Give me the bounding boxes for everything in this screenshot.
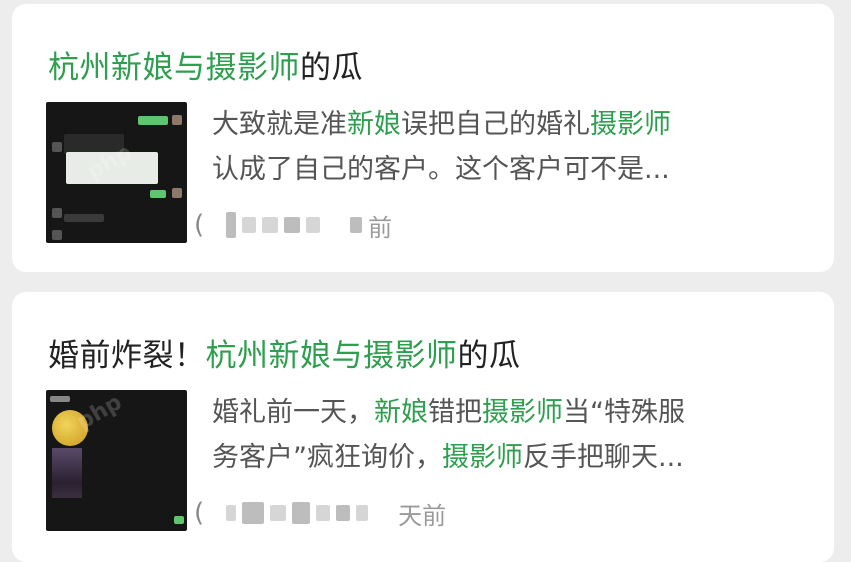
highlighted-keyword: 杭州新娘与摄影师 <box>205 338 458 374</box>
highlighted-keyword: 杭州新娘与摄影师 <box>48 50 300 86</box>
redacted-text <box>284 217 301 233</box>
text-run: 认成了自己的客户。这个客户可不是... <box>212 154 670 185</box>
text-run: 的瓜 <box>457 338 521 374</box>
avatar <box>172 188 182 198</box>
avatar <box>52 208 62 218</box>
text-run: 大致就是准 <box>212 109 347 140</box>
avatar <box>52 142 62 152</box>
chat-bubble <box>150 190 166 198</box>
chat-bubble <box>64 214 104 222</box>
redacted-text <box>242 217 257 233</box>
text-run: 的瓜 <box>300 50 363 86</box>
watermark: php <box>72 390 127 436</box>
redacted-text <box>242 502 265 524</box>
result-title[interactable]: 婚前炸裂！杭州新娘与摄影师的瓜 <box>48 330 521 375</box>
redacted-text <box>262 217 279 233</box>
search-result-card[interactable]: 婚前炸裂！杭州新娘与摄影师的瓜 php 婚礼前一天，新娘错把摄影师当“特殊服 务… <box>12 292 834 562</box>
text-run: 误把自己的婚礼 <box>401 109 590 140</box>
redacted-text <box>226 505 237 521</box>
photo-image <box>52 448 82 498</box>
publish-time: 前 <box>368 213 393 242</box>
chat-bubble <box>174 516 184 524</box>
redacted-text <box>316 505 331 521</box>
highlighted-keyword: 摄影师 <box>442 442 523 473</box>
redacted-text <box>306 217 321 233</box>
result-thumbnail[interactable]: php <box>46 102 187 243</box>
redacted-text <box>336 505 351 521</box>
avatar <box>172 115 182 125</box>
redacted-text <box>350 217 363 233</box>
redacted-text <box>226 212 237 238</box>
paren-glyph: ( <box>194 498 205 528</box>
avatar <box>52 230 62 240</box>
result-title[interactable]: 杭州新娘与摄影师的瓜 <box>48 42 363 87</box>
result-snippet: 大致就是准新娘误把自己的婚礼摄影师 认成了自己的客户。这个客户可不是... <box>212 102 802 192</box>
chat-bubble <box>50 396 70 402</box>
result-snippet: 婚礼前一天，新娘错把摄影师当“特殊服 务客户”疯狂询价，摄影师反手把聊天... <box>212 390 802 480</box>
text-run: 错把 <box>428 397 482 428</box>
text-run: 婚前炸裂！ <box>48 338 206 374</box>
search-result-card[interactable]: 杭州新娘与摄影师的瓜 php 大致就是准新娘误把自己的婚礼摄影师 认成了自己的客… <box>12 4 834 272</box>
paren-glyph: ( <box>194 210 205 240</box>
highlighted-keyword: 摄影师 <box>590 109 671 140</box>
text-run: 当“特殊服 <box>563 397 685 428</box>
highlighted-keyword: 新娘 <box>374 397 428 428</box>
result-meta: ( 天前 <box>194 498 447 530</box>
result-thumbnail[interactable]: php <box>46 390 187 531</box>
highlighted-keyword: 摄影师 <box>482 397 563 428</box>
text-run: 反手把聊天... <box>523 442 684 473</box>
redacted-text <box>356 505 369 521</box>
highlighted-keyword: 新娘 <box>347 109 401 140</box>
publish-time: 天前 <box>398 501 447 530</box>
chat-bubble <box>138 116 168 125</box>
redacted-text <box>270 505 287 521</box>
text-run: 婚礼前一天， <box>212 397 374 428</box>
redacted-text <box>292 502 311 524</box>
text-run: 务客户”疯狂询价， <box>212 442 442 473</box>
result-meta: ( 前 <box>194 210 393 242</box>
